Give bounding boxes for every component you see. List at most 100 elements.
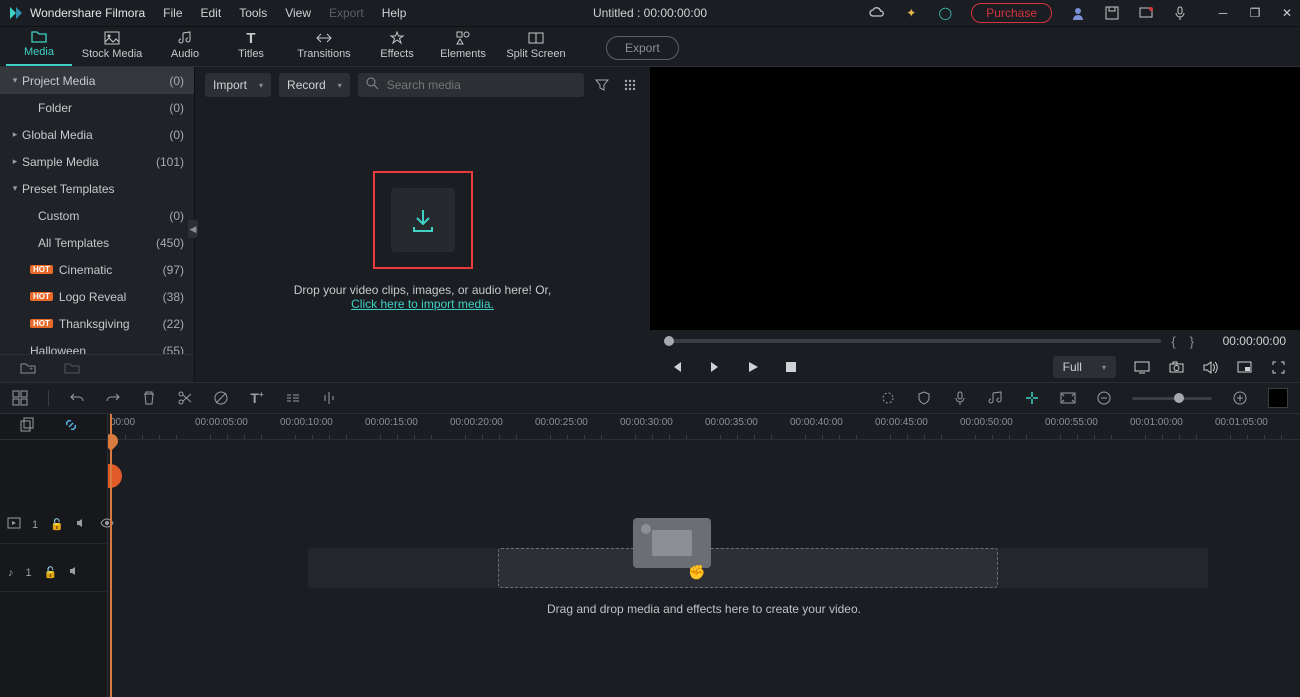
maximize-button[interactable]: ❐ [1248,6,1262,20]
menu-edit[interactable]: Edit [201,6,222,20]
tab-media[interactable]: Media [6,26,72,66]
media-drop-area[interactable]: Drop your video clips, images, or audio … [195,100,650,382]
export-button[interactable]: Export [606,36,679,60]
close-button[interactable]: ✕ [1280,6,1294,20]
lightbulb-icon[interactable]: ✦ [903,5,919,21]
tree-item-custom[interactable]: Custom(0) [0,202,194,229]
save-icon[interactable] [1104,5,1120,21]
volume-icon[interactable] [1202,361,1218,374]
tree-item-global-media[interactable]: ▸Global Media(0) [0,121,194,148]
crop-icon[interactable] [213,391,229,405]
voiceover-icon[interactable] [952,391,968,405]
play-button[interactable] [746,361,760,373]
zoom-thumb[interactable] [1174,393,1184,403]
tree-item-label: Global Media [22,128,169,142]
tab-stock-media[interactable]: Stock Media [72,28,152,66]
ratio-icon[interactable] [1060,392,1076,404]
tree-item-project-media[interactable]: ▾Project Media(0) [0,67,194,94]
next-frame-button[interactable] [708,361,722,373]
mark-in-icon[interactable]: { [1171,334,1175,349]
timeline-tracks[interactable]: 00:0000:00:05:0000:00:10:0000:00:15:0000… [108,414,1300,697]
fullscreen-icon[interactable] [1270,361,1286,374]
filter-icon[interactable] [592,79,612,91]
message-icon[interactable] [1138,5,1154,21]
cloud-icon[interactable] [869,5,885,21]
new-folder-icon[interactable]: + [20,361,36,377]
tab-transitions[interactable]: Transitions [284,28,364,66]
grid-view-icon[interactable] [620,79,640,91]
tab-elements[interactable]: Elements [430,28,496,66]
tab-titles[interactable]: TTitles [218,28,284,66]
undo-button[interactable] [69,392,85,404]
text-tool-icon[interactable]: T+ [249,390,265,406]
mic-icon[interactable] [1172,5,1188,21]
redo-button[interactable] [105,392,121,404]
mute-icon[interactable] [69,566,81,579]
stop-button[interactable] [784,361,798,373]
headset-icon[interactable]: ◯ [937,5,953,21]
import-button[interactable] [391,188,455,252]
tree-item-sample-media[interactable]: ▸Sample Media(101) [0,148,194,175]
scrub-thumb[interactable] [664,336,674,346]
tab-effects[interactable]: Effects [364,28,430,66]
display-icon[interactable] [1134,361,1150,374]
prev-frame-button[interactable] [670,361,684,373]
tree-item-logo-reveal[interactable]: HOTLogo Reveal(38) [0,283,194,310]
dragged-clip[interactable] [633,518,711,568]
search-input[interactable] [387,78,576,92]
scrub-slider[interactable] [664,339,1161,343]
folder-toolbar: + [0,354,194,382]
color-swatch[interactable] [1268,388,1288,408]
minimize-button[interactable]: ─ [1216,6,1230,20]
search-box[interactable] [358,73,584,97]
quality-combo[interactable]: Full▾ [1053,356,1116,378]
menu-tools[interactable]: Tools [239,6,267,20]
snapshot-icon[interactable] [1168,361,1184,373]
timeline-hint: Drag and drop media and effects here to … [108,602,1300,616]
lock-icon[interactable]: 🔓 [44,566,58,579]
mark-out-icon[interactable]: } [1190,334,1194,349]
tree-item-folder[interactable]: Folder(0) [0,94,194,121]
account-icon[interactable] [1070,5,1086,21]
lock-icon[interactable]: 🔓 [50,518,64,531]
menu-file[interactable]: File [163,6,182,20]
tree-item-halloween[interactable]: Halloween(55) [0,337,194,354]
mute-icon[interactable] [76,518,88,531]
layout-icon[interactable] [12,391,28,405]
purchase-button[interactable]: Purchase [971,3,1052,23]
delete-button[interactable] [141,391,157,405]
zoom-out-button[interactable] [1096,391,1112,405]
tree-item-all-templates[interactable]: All Templates(450) [0,229,194,256]
marker-icon[interactable] [880,391,896,405]
open-folder-icon[interactable] [64,361,80,377]
shield-icon[interactable] [916,391,932,405]
render-icon[interactable] [1024,391,1040,405]
copy-tracks-icon[interactable] [20,418,34,435]
pip-icon[interactable] [1236,361,1252,373]
tab-audio[interactable]: Audio [152,28,218,66]
playhead[interactable] [110,414,112,697]
tree-item-label: Custom [38,209,169,223]
tree-item-cinematic[interactable]: HOTCinematic(97) [0,256,194,283]
audio-track-header[interactable]: ♪ 1 🔓 [0,554,107,592]
import-link[interactable]: Click here to import media. [351,297,494,311]
video-track-header[interactable]: 1 🔓 [0,506,107,544]
zoom-in-button[interactable] [1232,391,1248,405]
tab-split-screen[interactable]: Split Screen [496,28,576,66]
audio-level-icon[interactable] [321,391,337,405]
import-combo[interactable]: Import▾ [205,73,271,97]
collapse-tree-button[interactable]: ◀ [188,220,198,238]
zoom-slider[interactable] [1132,397,1212,400]
link-tracks-icon[interactable] [64,418,78,435]
split-button[interactable] [177,391,193,405]
audio-mixer-icon[interactable] [988,391,1004,405]
time-ruler[interactable]: 00:0000:00:05:0000:00:10:0000:00:15:0000… [108,414,1300,440]
tree-item-thanksgiving[interactable]: HOTThanksgiving(22) [0,310,194,337]
menu-help[interactable]: Help [382,6,407,20]
document-title: Untitled : 00:00:00:00 [593,6,707,20]
tab-titles-label: Titles [238,48,264,60]
record-combo[interactable]: Record▾ [279,73,350,97]
menu-view[interactable]: View [285,6,311,20]
tree-item-preset-templates[interactable]: ▾Preset Templates [0,175,194,202]
speed-icon[interactable] [285,392,301,404]
